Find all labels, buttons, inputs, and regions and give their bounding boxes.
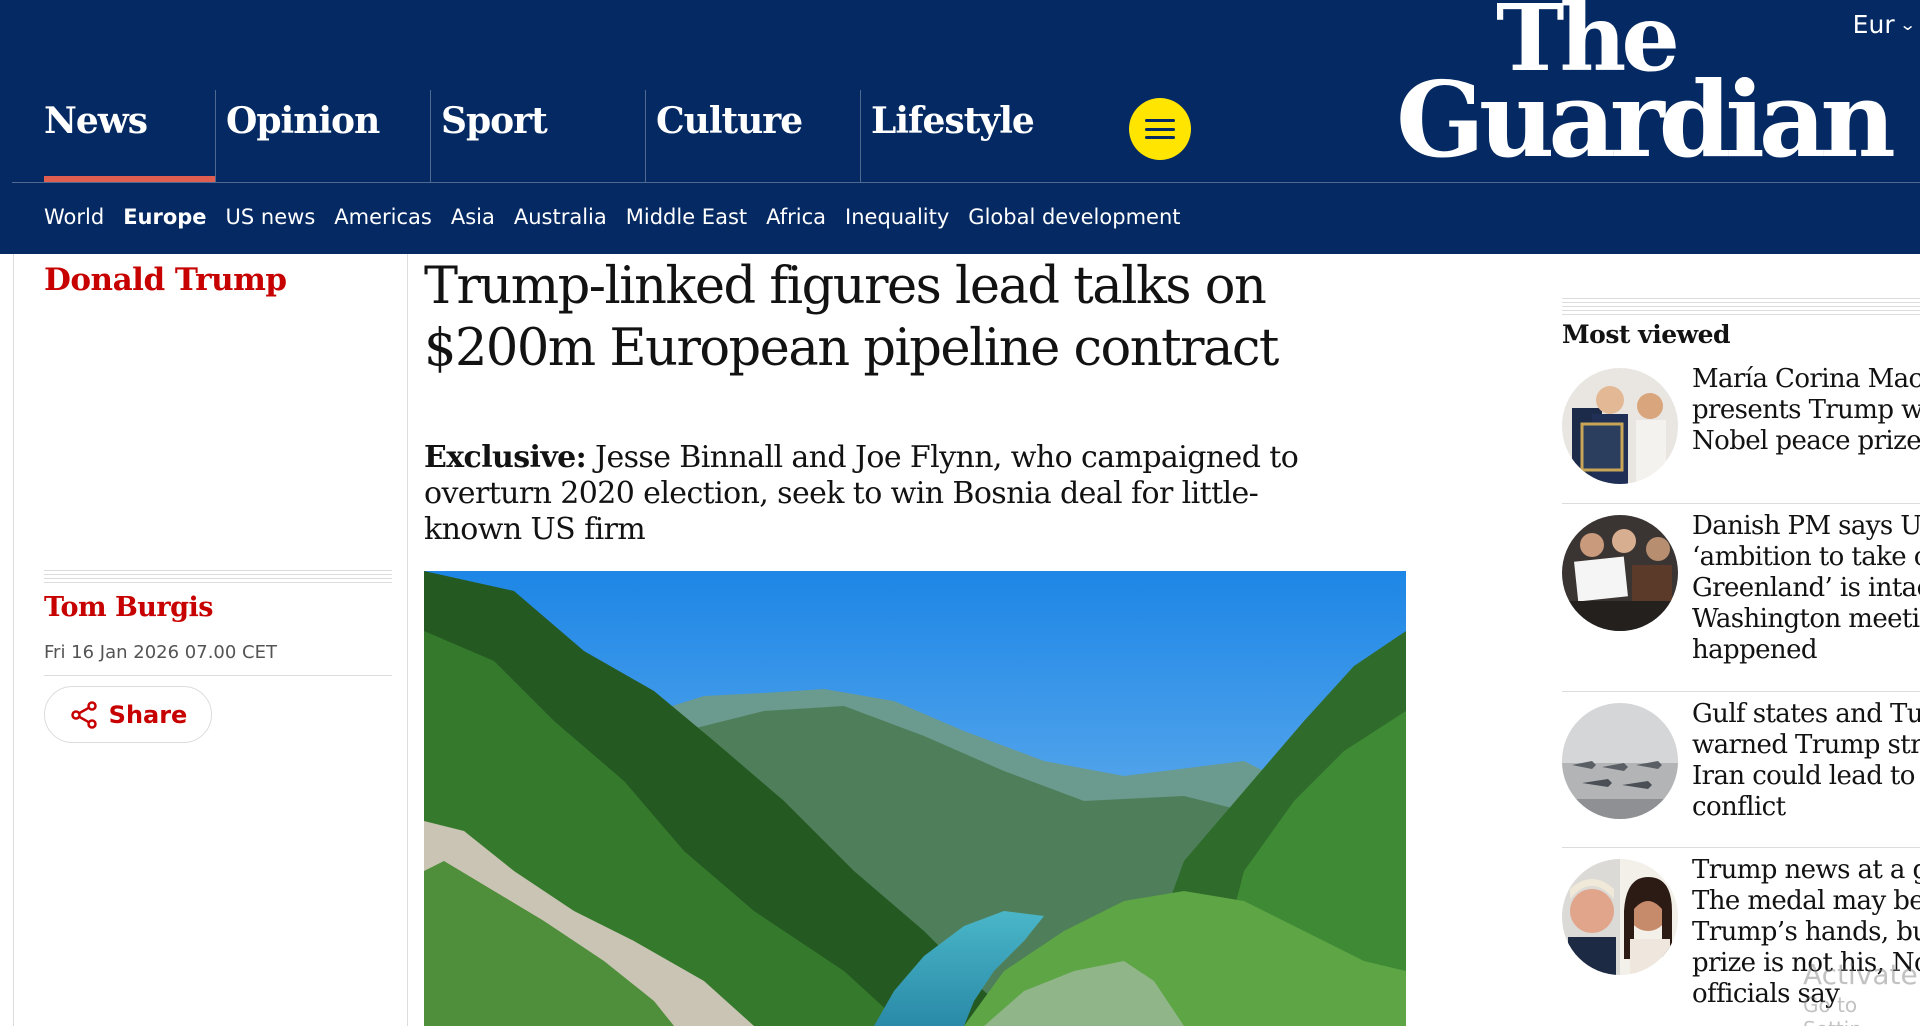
share-icon [70, 700, 97, 729]
left-edge-rule [13, 254, 14, 1026]
divider [1562, 503, 1920, 504]
pillar-news[interactable]: News [0, 90, 215, 182]
standfirst: Exclusive: Jesse Binnall and Joe Flynn, … [424, 440, 1304, 548]
subnav-us-news[interactable]: US news [226, 205, 316, 229]
most-viewed-headline: Gulf states and Tur warned Trump stri Ir… [1692, 699, 1920, 822]
divider [1562, 691, 1920, 692]
most-viewed-title: Most viewed [1562, 320, 1731, 349]
standfirst-kicker: Exclusive: [424, 440, 587, 475]
pillar-label: Lifestyle [871, 100, 1035, 142]
pillar-label: Sport [441, 100, 548, 142]
sub-nav: World Europe US news Americas Asia Austr… [44, 205, 1181, 229]
guardian-logo[interactable]: The Guardian [1396, 0, 1920, 172]
series-link[interactable]: Donald Trump [44, 262, 287, 298]
hamburger-icon [1145, 119, 1175, 139]
watermark-line-2: Go to Settin [1803, 993, 1862, 1026]
os-activation-watermark: Activate Go to Settin [1803, 958, 1920, 1026]
pillar-label: Opinion [226, 100, 380, 142]
author-byline[interactable]: Tom Burgis [44, 592, 213, 623]
pillar-opinion[interactable]: Opinion [215, 90, 430, 182]
masthead: Eur ⌄ The Guardian News Opinion Sport Cu… [0, 0, 1920, 254]
share-label: Share [108, 700, 188, 729]
subnav-americas[interactable]: Americas [334, 205, 432, 229]
subnav-divider [12, 182, 1920, 183]
pillar-culture[interactable]: Culture [645, 90, 860, 182]
pillar-lifestyle[interactable]: Lifestyle [860, 90, 1075, 182]
pillar-label: Culture [656, 100, 803, 142]
subnav-asia[interactable]: Asia [451, 205, 495, 229]
divider [1562, 847, 1920, 848]
menu-button[interactable] [1129, 98, 1191, 160]
pillar-sport[interactable]: Sport [430, 90, 645, 182]
subnav-inequality[interactable]: Inequality [845, 205, 949, 229]
subnav-world[interactable]: World [44, 205, 104, 229]
river-valley-photo [424, 571, 1406, 1026]
article-headline: Trump-linked figures lead talks on $200m… [424, 257, 1279, 378]
subnav-australia[interactable]: Australia [514, 205, 607, 229]
hero-image [424, 571, 1406, 1026]
most-viewed-headline: Danish PM says US ‘ambition to take o Gr… [1692, 511, 1920, 665]
watermark-line-1: Activate [1803, 958, 1918, 991]
logo-line-2: Guardian [1396, 58, 1896, 172]
pillar-nav: News Opinion Sport Culture Lifestyle [0, 90, 1075, 182]
meta-rules [44, 570, 392, 584]
publish-date: Fri 16 Jan 2026 07.00 CET [44, 642, 277, 663]
meta-divider [44, 675, 392, 676]
most-viewed-thumbnail [1562, 515, 1678, 631]
most-viewed-headline: María Corina Mach presents Trump wi Nobe… [1692, 364, 1920, 456]
most-viewed-rules [1562, 298, 1920, 315]
subnav-europe[interactable]: Europe [123, 205, 206, 229]
column-divider [407, 254, 408, 1026]
pillar-label: News [44, 100, 148, 142]
most-viewed-thumbnail [1562, 703, 1678, 819]
most-viewed-thumbnail [1562, 368, 1678, 484]
subnav-africa[interactable]: Africa [766, 205, 826, 229]
subnav-global-development[interactable]: Global development [968, 205, 1180, 229]
share-button[interactable]: Share [44, 686, 212, 743]
subnav-middle-east[interactable]: Middle East [626, 205, 747, 229]
most-viewed-thumbnail [1562, 859, 1678, 975]
